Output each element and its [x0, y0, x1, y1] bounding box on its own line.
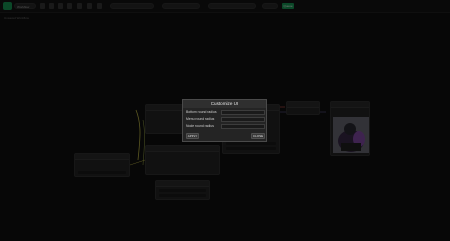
customize-ui-dialog: Customize UI Bottom round radius Menu ro…: [182, 99, 267, 142]
bottom-radius-label: Bottom round radius: [186, 110, 217, 114]
menu-radius-label: Menu round radius: [186, 117, 215, 121]
apply-button[interactable]: APPLY: [186, 133, 199, 139]
menu-radius-input[interactable]: [221, 117, 265, 122]
bottom-radius-input[interactable]: [221, 110, 265, 115]
node-radius-label: Node round radius: [186, 124, 214, 128]
dialog-title: Customize UI: [183, 100, 266, 108]
node-radius-input[interactable]: [221, 124, 265, 129]
close-button[interactable]: CLOSE: [251, 133, 265, 139]
